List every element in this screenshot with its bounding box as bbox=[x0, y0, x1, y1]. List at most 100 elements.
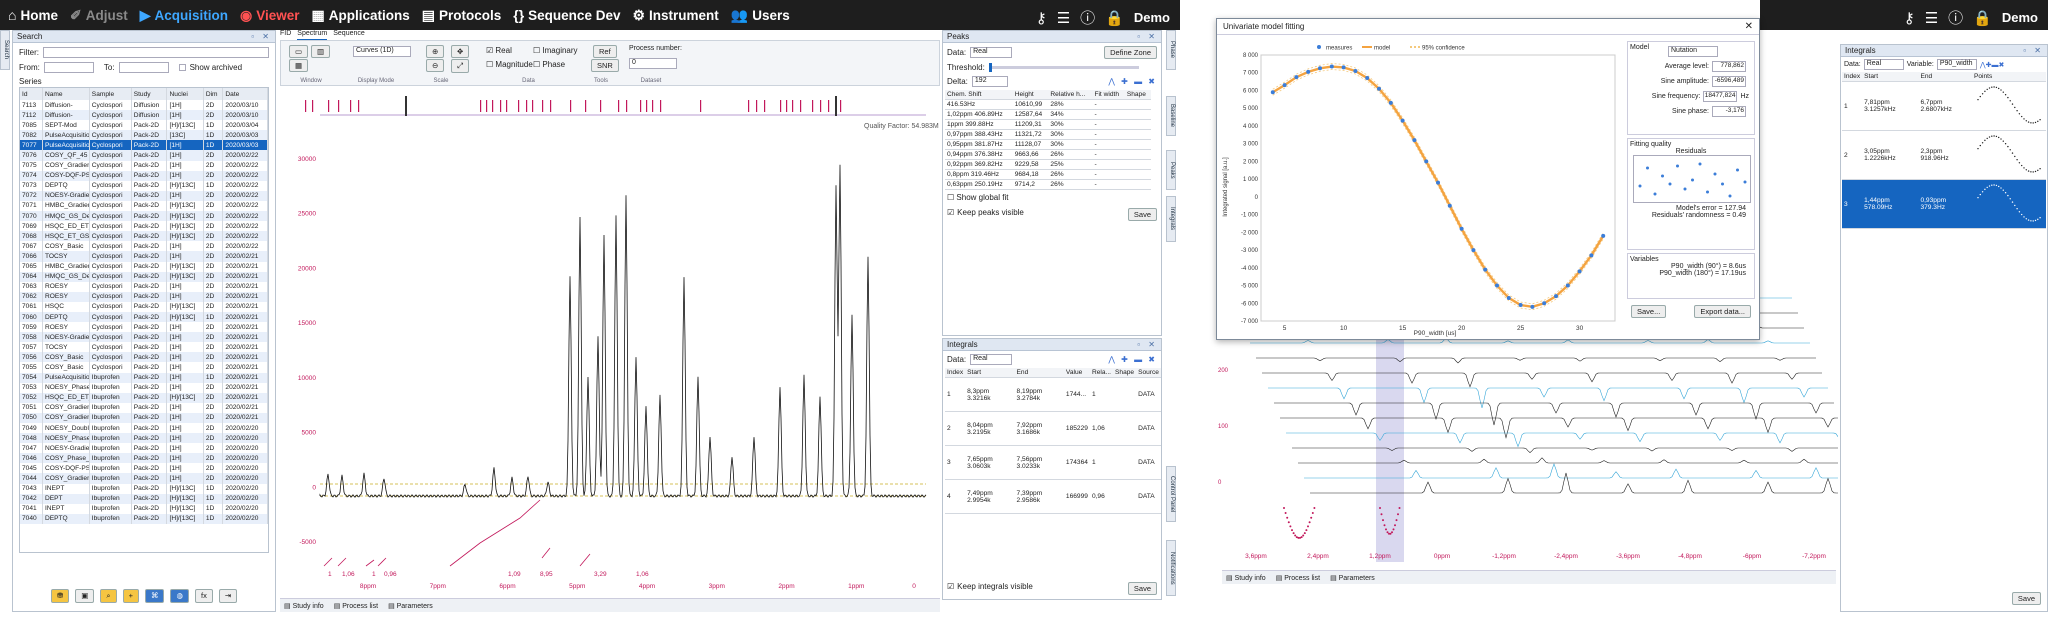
window-grid-icon[interactable]: ▦ bbox=[289, 59, 309, 72]
series-row[interactable]: 7064HMQC_GS_DecoupCyclosporiPack-2D[H]/[… bbox=[20, 271, 268, 282]
side-tab-baseline[interactable]: Baseline bbox=[1166, 96, 1176, 136]
series-row[interactable]: 7112 Diffusion- Cyclospori Diffusion [1H] 2D 2… bbox=[20, 110, 268, 121]
nav-sequence-dev[interactable]: {} Sequence Dev bbox=[513, 7, 620, 23]
checklist-icon[interactable]: ☰ bbox=[1925, 9, 1938, 27]
int-right-save-button[interactable]: Save bbox=[2011, 592, 2041, 605]
series-row[interactable]: 7069HSQC_ED_ET_GCyclosporiPack-2D[H]/[13… bbox=[20, 221, 268, 232]
panel-window-controls[interactable]: ▫ ✕ bbox=[2023, 45, 2044, 57]
peak-row[interactable]: 0,63ppm 250.19Hz 9714,2 26% - bbox=[945, 179, 1151, 190]
panel-window-controls[interactable]: ▫ ✕ bbox=[1137, 31, 1158, 43]
column-header[interactable]: Start bbox=[1862, 72, 1919, 82]
archive-icon[interactable]: ▣ bbox=[75, 589, 95, 603]
peak-marker[interactable] bbox=[652, 100, 654, 112]
from-date-input[interactable] bbox=[43, 62, 94, 73]
threshold-slider[interactable] bbox=[988, 63, 1139, 72]
peak-marker[interactable] bbox=[486, 100, 488, 112]
series-row[interactable]: 7066 TOCSY Cyclospori Pack-2D [1H] 2D 2020/02/… bbox=[20, 251, 268, 262]
param-value-input[interactable]: -6596,489 bbox=[1712, 76, 1746, 87]
series-row[interactable]: 7085 SEPT-Mod Cyclospori Pack-2D [H]/[13C] 1D… bbox=[20, 120, 268, 131]
peak-marker[interactable] bbox=[700, 100, 702, 112]
integral-row[interactable]: 2 3,05ppm 1.2226kHz 2,3ppm 918.96Hz bbox=[1842, 130, 2046, 180]
filter-input[interactable] bbox=[43, 47, 269, 58]
param-value-input[interactable]: 18477,824 bbox=[1703, 91, 1738, 102]
key-icon[interactable]: ⚷ bbox=[1036, 9, 1047, 27]
zoom-out-icon[interactable]: ⊖ bbox=[426, 59, 445, 72]
nav-applications[interactable]: ▦ Applications bbox=[312, 7, 410, 24]
column-header[interactable]: Shape bbox=[1113, 368, 1137, 378]
globe-icon[interactable]: ◍ bbox=[170, 589, 190, 603]
series-row[interactable]: 7068 HSQC_ET_GS Cyclospori Pack-2D [H]/[13C]… bbox=[20, 231, 268, 242]
spectrum-plot[interactable]: 30000 25000 20000 15000 10000 5000 0 -5000 8ppm… bbox=[280, 88, 940, 596]
series-row[interactable]: 7063 ROESY Cyclospori Pack-2D [1H] 2D 2020/02/… bbox=[20, 281, 268, 292]
show-global-fit-check[interactable]: ☐ Show global fit bbox=[943, 190, 1161, 205]
study-info-tab[interactable]: ▤ Study info bbox=[1226, 574, 1266, 582]
window-single-icon[interactable]: ▭ bbox=[289, 45, 309, 58]
peak-row[interactable]: 1,02ppm 406.89Hz 12587,64 34% - bbox=[945, 109, 1151, 120]
peak-row[interactable]: 0,97ppm 388.43Hz 11321,72 30% - bbox=[945, 129, 1151, 140]
series-row[interactable]: 7071 HMBC_Gradient Cyclospori Pack-2D [H]/[1… bbox=[20, 200, 268, 212]
tab-fid[interactable]: FID bbox=[280, 30, 291, 40]
series-row[interactable]: 7054 PulseAcquisition Ibuprofen Pack-2D [1H]… bbox=[20, 372, 268, 383]
side-tab-peaks[interactable]: Peaks bbox=[1166, 150, 1176, 190]
fit-export-button[interactable]: Export data... bbox=[1694, 305, 1751, 318]
peak-row[interactable]: 0,94ppm 376.38Hz 9663,66 26% - bbox=[945, 149, 1151, 160]
integral-row[interactable]: 1 8,3ppm 3.3216k 8,19ppm 3.2784k 1744... 1 DA… bbox=[945, 377, 1161, 412]
peak-marker[interactable] bbox=[532, 100, 534, 112]
series-row[interactable]: 7044 COSY_Gradient Ibuprofen Pack-2D [1H] 2D 2… bbox=[20, 473, 268, 484]
lock-icon[interactable]: 🔒 bbox=[1105, 9, 1124, 27]
series-row[interactable]: 7075 COSY_Gradient Cyclospori Pack-2D [1H] 2D… bbox=[20, 160, 268, 171]
peak-marker[interactable] bbox=[500, 100, 502, 112]
side-tab-integrals[interactable]: Integrals bbox=[1166, 196, 1176, 242]
series-row[interactable]: 7047NOESY-GradientIbuprofenPack-2D[1H]2D… bbox=[20, 443, 268, 454]
window-split-icon[interactable]: ▥ bbox=[311, 45, 331, 58]
series-row[interactable]: 7070HMQC_GS_DecoupCyclosporiPack-2D[H]/[… bbox=[20, 211, 268, 222]
peaks-data-select[interactable]: Real bbox=[970, 47, 1013, 58]
series-row[interactable]: 7053NOESY_Phase_SIbuprofenPack-2D[1H]2D2… bbox=[20, 382, 268, 393]
peak-row[interactable]: 0,95ppm 381.87Hz 11128,07 30% - bbox=[945, 139, 1151, 150]
snr-button[interactable]: SNR bbox=[591, 59, 619, 72]
peak-marker[interactable] bbox=[492, 100, 494, 112]
panel-window-controls[interactable]: ▫ ✕ bbox=[251, 31, 272, 43]
series-row[interactable]: 7073 DEPTQ Cyclospori Pack-2D [H]/[13C] 1D 202… bbox=[20, 180, 268, 191]
integral-row[interactable]: 3 7,65ppm 3.0603k 7,56ppm 3.0233k 174364 1 DA… bbox=[945, 445, 1161, 480]
peak-marker[interactable] bbox=[780, 100, 782, 112]
peak-marker[interactable] bbox=[786, 100, 788, 112]
tab-sequence[interactable]: Sequence bbox=[333, 30, 365, 40]
peak-marker[interactable] bbox=[748, 100, 750, 112]
network-icon[interactable]: ⌘ bbox=[144, 589, 165, 603]
peak-row[interactable]: 0,92ppm 369.82Hz 9229,58 25% - bbox=[945, 159, 1151, 170]
peak-marker[interactable] bbox=[800, 100, 802, 112]
checklist-icon[interactable]: ☰ bbox=[1057, 9, 1070, 27]
integrals-actions[interactable]: ⋀ ✚ ▬ ✖ bbox=[1108, 355, 1157, 364]
column-header[interactable]: Date bbox=[222, 88, 268, 100]
series-row[interactable]: 7077 PulseAcquisition Cyclospori Pack-2D [1H… bbox=[20, 140, 268, 151]
column-header[interactable]: Study bbox=[131, 88, 168, 100]
column-header[interactable]: Start bbox=[965, 368, 1015, 378]
to-date-input[interactable] bbox=[118, 62, 169, 73]
series-row[interactable]: 7060 DEPTQ Cyclospori Pack-2D [H]/[13C] 1D 202… bbox=[20, 311, 268, 323]
series-row[interactable]: 7076 COSY_QF_45 Cyclospori Pack-2D [1H] 2D 202… bbox=[20, 150, 268, 161]
process-number-select[interactable]: 0 bbox=[629, 58, 677, 69]
study-info-tab[interactable]: ▤ Study info bbox=[284, 602, 324, 610]
integral-row[interactable]: 1 7,81ppm 3.1257kHz 6,7ppm 2.6807kHz bbox=[1842, 81, 2046, 131]
nav-home[interactable]: ⌂ Home bbox=[8, 7, 58, 23]
keep-integrals-check[interactable]: ☑ Keep integrals visible Save bbox=[947, 582, 1157, 595]
peak-marker[interactable] bbox=[756, 100, 758, 112]
series-row[interactable]: 7113 Diffusion- Cyclospori Diffusion [1H] 2D 2… bbox=[20, 100, 268, 111]
delta-input[interactable]: 192 bbox=[971, 76, 1008, 87]
define-zone-button[interactable]: Define Zone bbox=[1104, 46, 1157, 59]
peak-marker[interactable] bbox=[618, 100, 620, 112]
column-header[interactable]: Fit width bbox=[1092, 90, 1125, 100]
peak-row[interactable]: 416.53Hz 10610,99 28% - bbox=[945, 99, 1151, 110]
series-row[interactable]: 7046 COSY_Phase_S Ibuprofen Pack-2D [1H] 2D 20… bbox=[20, 453, 268, 464]
int-right-actions[interactable]: ⋀✚▬✖ bbox=[1980, 61, 2004, 69]
series-row[interactable]: 7074 COSY-DQF-PS Cyclospori Pack-2D [1H] 2D 20… bbox=[20, 170, 268, 181]
nav-protocols[interactable]: ▤ Protocols bbox=[422, 7, 502, 24]
process-list-tab[interactable]: ▤ Process list bbox=[1276, 574, 1320, 582]
peak-marker[interactable] bbox=[518, 100, 520, 112]
series-row[interactable]: 7067 COSY_Basic Cyclospori Pack-2D [1H] 2D 202… bbox=[20, 241, 268, 252]
peak-marker[interactable] bbox=[550, 100, 552, 112]
series-row[interactable]: 7072NOESY-GradientCyclosporiPack-2D[1H]2… bbox=[20, 190, 268, 201]
fitting-chart[interactable]: measures model 95% confidence 8 000 7 000 6 … bbox=[1219, 37, 1623, 339]
nav-instrument[interactable]: ⚙ Instrument bbox=[632, 7, 718, 24]
